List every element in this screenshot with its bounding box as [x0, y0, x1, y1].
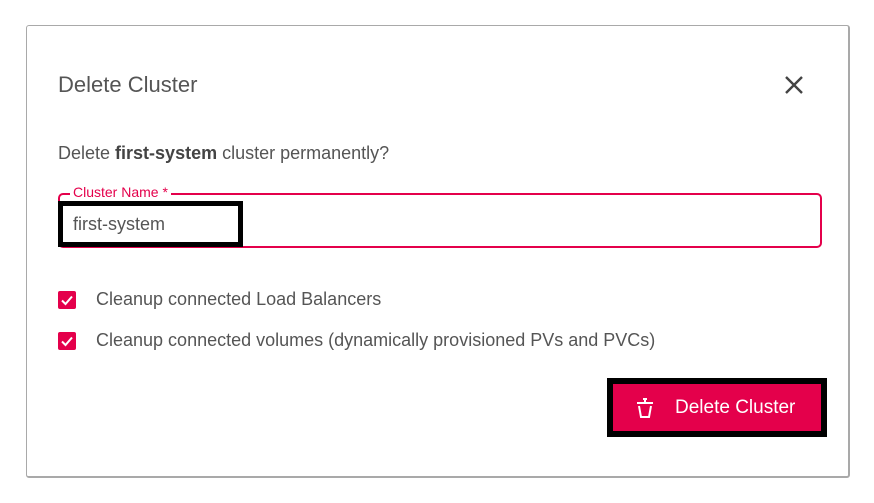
- checkbox-label: Cleanup connected Load Balancers: [96, 289, 382, 309]
- trash-icon: [637, 397, 653, 418]
- checkbox-cleanup-volumes[interactable]: Cleanup connected volumes (dynamically p…: [58, 330, 655, 351]
- checkbox-label: Cleanup connected volumes (dynamically p…: [96, 330, 656, 350]
- checkbox-checked-icon[interactable]: [58, 331, 76, 350]
- cluster-name-input[interactable]: [60, 195, 820, 246]
- delete-cluster-dialog: Delete Cluster Delete first-system clust…: [26, 25, 850, 478]
- dialog-title: Delete Cluster: [58, 72, 198, 97]
- cluster-name-bold: first-system: [115, 143, 218, 163]
- question-prefix: Delete: [58, 143, 116, 163]
- close-icon: [785, 76, 803, 94]
- delete-button-highlight: Delete Cluster: [607, 378, 827, 437]
- cluster-name-field: Cluster Name *: [58, 184, 822, 248]
- question-suffix: cluster permanently?: [217, 143, 390, 163]
- close-button[interactable]: [779, 70, 809, 100]
- delete-cluster-button[interactable]: Delete Cluster: [613, 384, 821, 431]
- delete-button-label: Delete Cluster: [675, 396, 796, 418]
- confirm-question: Delete first-system cluster permanently?: [58, 143, 389, 164]
- checkbox-cleanup-load-balancers[interactable]: Cleanup connected Load Balancers: [58, 289, 381, 310]
- checkbox-checked-icon[interactable]: [58, 290, 76, 309]
